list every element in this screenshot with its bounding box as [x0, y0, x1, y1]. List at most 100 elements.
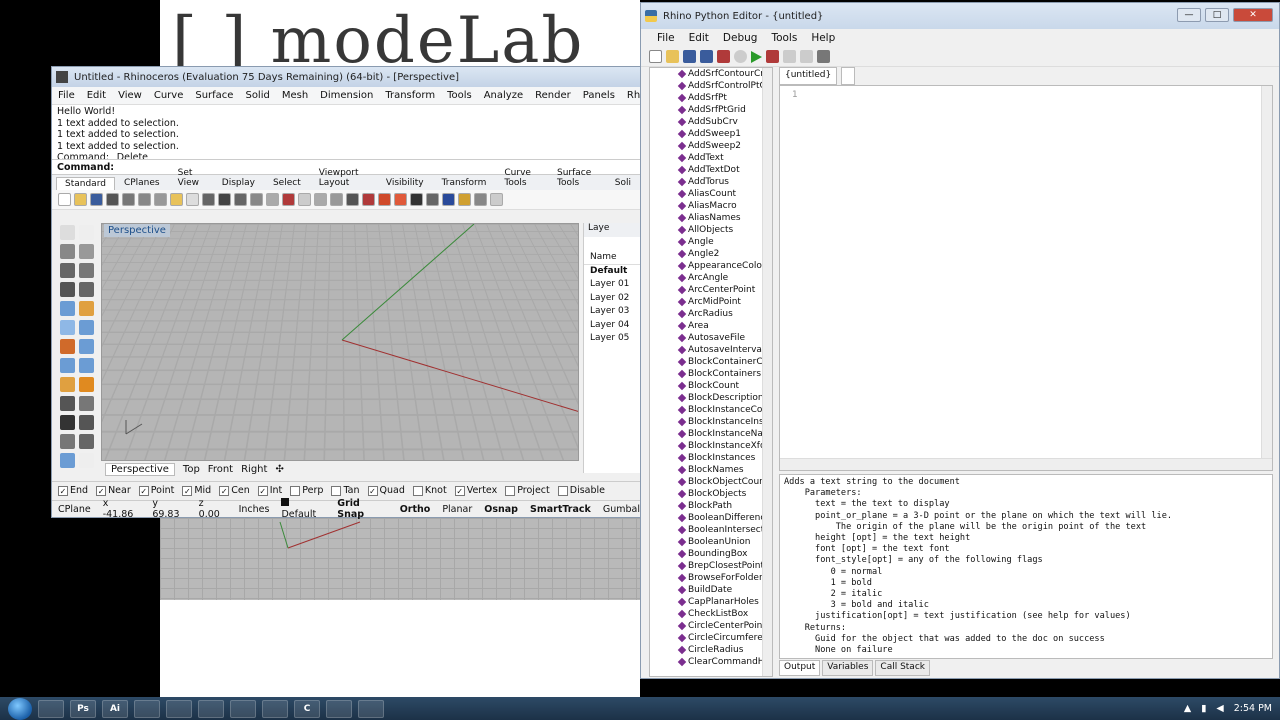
- checkbox[interactable]: ✓: [58, 485, 68, 496]
- toolbar-tool-icon[interactable]: [154, 193, 167, 206]
- left-tool-icon[interactable]: [60, 377, 75, 392]
- volume-icon[interactable]: ◀: [1216, 703, 1223, 714]
- osnap-mid[interactable]: ✓ Mid: [182, 485, 211, 496]
- function-item[interactable]: Area: [650, 320, 772, 332]
- left-tool-icon[interactable]: [60, 339, 75, 354]
- save-all-icon[interactable]: [700, 50, 713, 63]
- taskbar-app[interactable]: [134, 699, 160, 718]
- py-menu-edit[interactable]: Edit: [689, 32, 709, 44]
- toolbar-tool-icon[interactable]: [90, 193, 103, 206]
- osnap-int[interactable]: ✓ Int: [257, 485, 282, 496]
- toolbar-tool-icon[interactable]: [122, 193, 135, 206]
- function-item[interactable]: AliasMacro: [650, 200, 772, 212]
- taskbar-app[interactable]: [198, 699, 224, 718]
- menu-dimension[interactable]: Dimension: [314, 90, 379, 101]
- function-item[interactable]: CircleCircumferenc: [650, 632, 772, 644]
- function-item[interactable]: ArcCenterPoint: [650, 284, 772, 296]
- osnap-tan[interactable]: Tan: [331, 485, 360, 496]
- menu-file[interactable]: File: [52, 90, 81, 101]
- menu-render[interactable]: Render: [529, 90, 577, 101]
- current-layer[interactable]: Default: [281, 498, 325, 520]
- smarttrack-toggle[interactable]: SmartTrack: [530, 504, 591, 515]
- toolbar-tab[interactable]: Viewport Layout: [310, 166, 377, 190]
- menu-transform[interactable]: Transform: [379, 90, 441, 101]
- osnap-project[interactable]: Project: [505, 485, 550, 496]
- function-item[interactable]: BlockContainers: [650, 368, 772, 380]
- tab-call-stack[interactable]: Call Stack: [875, 660, 930, 676]
- function-item[interactable]: Angle2: [650, 248, 772, 260]
- function-item[interactable]: AddSweep2: [650, 140, 772, 152]
- osnap-perp[interactable]: Perp: [290, 485, 323, 496]
- taskbar-app[interactable]: [326, 699, 352, 718]
- taskbar-app[interactable]: [262, 699, 288, 718]
- toolbar-tab[interactable]: Display: [213, 176, 264, 190]
- left-tool-icon[interactable]: [79, 358, 94, 373]
- layer-row[interactable]: Layer 03: [584, 305, 641, 319]
- toolbar-tool-icon[interactable]: [266, 193, 279, 206]
- left-tool-icon[interactable]: [60, 358, 75, 373]
- toolbar-tool-icon[interactable]: [234, 193, 247, 206]
- left-tool-icon[interactable]: [79, 339, 94, 354]
- left-tool-icon[interactable]: [79, 320, 94, 335]
- search-icon[interactable]: [734, 50, 747, 63]
- function-item[interactable]: CheckListBox: [650, 608, 772, 620]
- osnap-near[interactable]: ✓ Near: [96, 485, 131, 496]
- checkbox[interactable]: ✓: [182, 485, 193, 496]
- menu-curve[interactable]: Curve: [148, 90, 190, 101]
- function-item[interactable]: BoundingBox: [650, 548, 772, 560]
- function-item[interactable]: ClearCommandHi: [650, 656, 772, 668]
- menu-solid[interactable]: Solid: [239, 90, 275, 101]
- tab-variables[interactable]: Variables: [822, 660, 874, 676]
- debug-icon[interactable]: [766, 50, 779, 63]
- minimize-button[interactable]: —: [1177, 8, 1201, 22]
- left-tool-icon[interactable]: [79, 225, 94, 240]
- function-item[interactable]: AliasCount: [650, 188, 772, 200]
- function-item[interactable]: CircleRadius: [650, 644, 772, 656]
- units[interactable]: Inches: [239, 504, 270, 515]
- menu-mesh[interactable]: Mesh: [276, 90, 314, 101]
- toolbar-tool-icon[interactable]: [298, 193, 311, 206]
- ortho-toggle[interactable]: Ortho: [400, 504, 431, 515]
- taskbar-app[interactable]: [230, 699, 256, 718]
- checkbox[interactable]: [505, 485, 516, 496]
- left-tool-icon[interactable]: [79, 434, 94, 449]
- grid-snap-toggle[interactable]: Grid Snap: [337, 498, 387, 520]
- function-item[interactable]: AddSubCrv: [650, 116, 772, 128]
- close-button[interactable]: ✕: [1233, 8, 1273, 22]
- toolbar-tab[interactable]: Curve Tools: [495, 166, 548, 190]
- toolbar-tab[interactable]: Visibility: [377, 176, 433, 190]
- toolbar-tool-icon[interactable]: [426, 193, 439, 206]
- function-item[interactable]: AutosaveFile: [650, 332, 772, 344]
- toolbar-tab[interactable]: CPlanes: [115, 176, 169, 190]
- left-tool-icon[interactable]: [79, 377, 94, 392]
- function-item[interactable]: BlockPath: [650, 500, 772, 512]
- code-horizontal-scrollbar[interactable]: [780, 458, 1272, 470]
- maximize-button[interactable]: □: [1205, 8, 1229, 22]
- toolbar-tool-icon[interactable]: [410, 193, 423, 206]
- osnap-disable[interactable]: Disable: [557, 485, 605, 496]
- left-tool-icon[interactable]: [60, 434, 75, 449]
- layer-row[interactable]: Layer 04: [584, 319, 641, 333]
- py-menu-debug[interactable]: Debug: [723, 32, 758, 44]
- checkbox[interactable]: [290, 485, 301, 496]
- osnap-quad[interactable]: ✓ Quad: [367, 485, 405, 496]
- clock[interactable]: 2:54 PM: [1234, 703, 1272, 714]
- toolbar-tool-icon[interactable]: [186, 193, 199, 206]
- toolbar-tab[interactable]: Transform: [433, 176, 496, 190]
- menu-analyze[interactable]: Analyze: [478, 90, 529, 101]
- viewport-tab-perspective[interactable]: Perspective: [105, 462, 175, 476]
- start-button[interactable]: [8, 697, 32, 720]
- checkbox[interactable]: ✓: [257, 485, 268, 496]
- function-item[interactable]: BlockObjectCount: [650, 476, 772, 488]
- taskbar-app[interactable]: [358, 699, 384, 718]
- function-item[interactable]: AddText: [650, 152, 772, 164]
- add-viewport-icon[interactable]: ✣: [275, 464, 283, 475]
- rhino-titlebar[interactable]: Untitled - Rhinoceros (Evaluation 75 Day…: [52, 67, 640, 87]
- function-item[interactable]: BooleanIntersectic: [650, 524, 772, 536]
- toolbar-tab[interactable]: Standard: [56, 177, 115, 190]
- toolbar-tool-icon[interactable]: [394, 193, 407, 206]
- function-item[interactable]: BlockObjects: [650, 488, 772, 500]
- toolbar-tool-icon[interactable]: [250, 193, 263, 206]
- toolbar-tool-icon[interactable]: [490, 193, 503, 206]
- checkbox[interactable]: ✓: [219, 485, 230, 496]
